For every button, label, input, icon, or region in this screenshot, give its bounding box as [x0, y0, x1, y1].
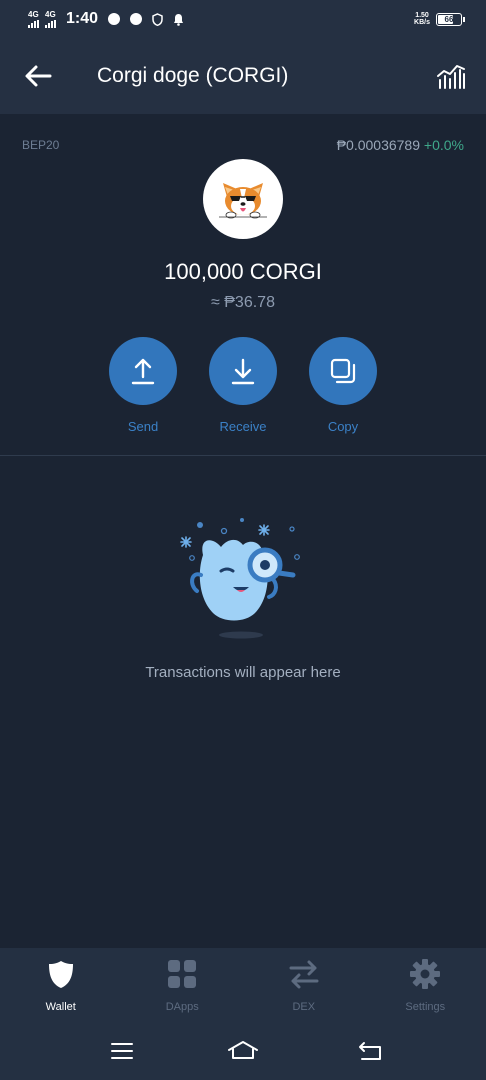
copy-action: Copy: [309, 337, 377, 434]
shield-status-icon: [152, 12, 163, 26]
magnifier-mascot-icon: [175, 515, 311, 645]
receive-button[interactable]: [209, 337, 277, 405]
network-type-2: 4G: [45, 9, 56, 19]
signal-indicator-1: 4G: [28, 9, 39, 28]
home-icon: [228, 1041, 258, 1059]
receive-label: Receive: [219, 419, 267, 434]
copy-button[interactable]: [309, 337, 377, 405]
nav-label-settings: Settings: [405, 1001, 446, 1013]
token-price-change: +0.0%: [423, 137, 464, 153]
token-price: ₱0.00036789 +0.0%: [337, 137, 464, 153]
shield-icon: [48, 961, 73, 988]
nav-item-wallet[interactable]: Wallet: [0, 948, 122, 1022]
status-time: 1:40: [66, 10, 99, 27]
app-header: Corgi doge (CORGI): [0, 38, 486, 114]
battery-level: 66: [444, 14, 454, 24]
token-balance: 100,000 CORGI: [164, 259, 322, 284]
bottom-nav: Wallet DApps DEX Settings: [0, 948, 486, 1022]
network-speed-value: 1.50: [415, 12, 429, 19]
compass-icon: [130, 13, 143, 25]
back-button[interactable]: [22, 62, 54, 90]
send-label: Send: [127, 419, 159, 434]
copy-icon: [330, 358, 356, 384]
empty-state-message: Transactions will appear here: [145, 664, 341, 681]
send-button[interactable]: [109, 337, 177, 405]
gear-icon: [410, 959, 441, 989]
token-fiat-value: ≈ ₱36.78: [211, 294, 275, 311]
status-bar: 4G 4G 1:40 1.50 KB/s 66: [0, 0, 486, 38]
nav-item-dapps[interactable]: DApps: [122, 948, 244, 1022]
back-icon: [359, 1042, 381, 1060]
network-speed-unit: KB/s: [414, 19, 430, 26]
section-divider: [0, 455, 486, 456]
bell-icon: [173, 13, 184, 26]
messenger-icon: [108, 13, 121, 25]
page-title: Corgi doge (CORGI): [97, 64, 289, 87]
nav-label-dapps: DApps: [165, 1001, 199, 1013]
nav-item-dex[interactable]: DEX: [243, 948, 365, 1022]
network-type-1: 4G: [28, 9, 39, 19]
receive-action: Receive: [209, 337, 277, 434]
system-back-button[interactable]: [356, 1038, 384, 1064]
corgi-logo-icon: [203, 159, 283, 239]
upload-arrow-icon: [131, 358, 155, 385]
system-navigation-bar: [0, 1022, 486, 1080]
grid-icon: [168, 960, 197, 988]
price-chart-button[interactable]: [436, 62, 466, 90]
swap-arrows-icon: [289, 960, 319, 989]
network-speed: 1.50 KB/s: [414, 12, 430, 26]
nav-label-dex: DEX: [292, 1001, 316, 1013]
menu-icon: [111, 1043, 133, 1059]
token-price-value: ₱0.00036789: [336, 137, 421, 153]
recent-apps-button[interactable]: [108, 1038, 136, 1064]
nav-item-settings[interactable]: Settings: [365, 948, 486, 1022]
battery-icon: 66: [436, 12, 465, 26]
token-network-label: BEP20: [22, 138, 60, 152]
copy-label: Copy: [327, 419, 359, 434]
nav-label-wallet: Wallet: [45, 1001, 76, 1013]
arrow-left-icon: [25, 65, 52, 87]
price-chart-icon: [437, 65, 465, 89]
signal-indicator-2: 4G: [45, 9, 56, 28]
download-arrow-icon: [231, 358, 255, 385]
home-button[interactable]: [226, 1038, 260, 1064]
send-action: Send: [109, 337, 177, 434]
